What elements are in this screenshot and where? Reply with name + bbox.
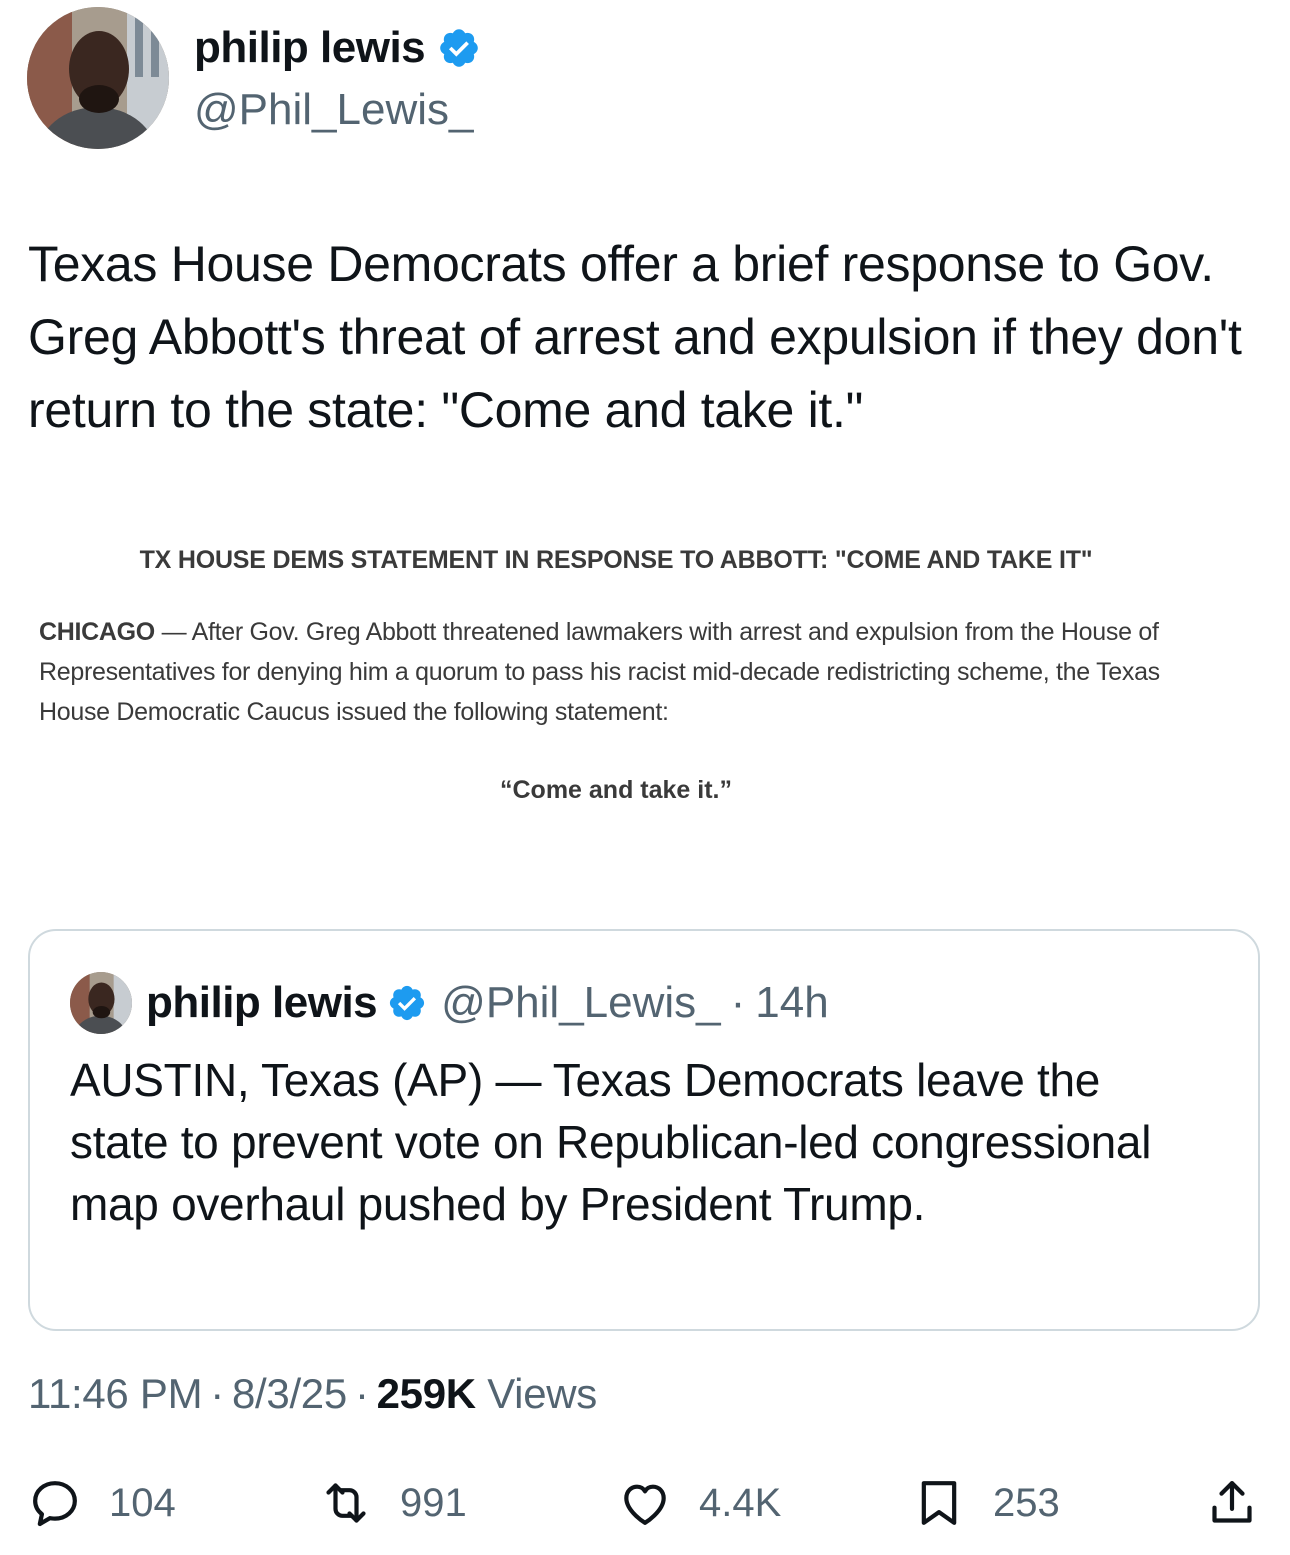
quoted-author-name: philip lewis xyxy=(146,978,378,1027)
like-button[interactable]: 4.4K xyxy=(617,1468,781,1538)
statement-dateline: CHICAGO xyxy=(39,618,155,646)
reply-button[interactable]: 104 xyxy=(27,1468,176,1538)
statement-image[interactable]: TX HOUSE DEMS STATEMENT IN RESPONSE TO A… xyxy=(0,530,1290,830)
tweet-date[interactable]: 8/3/25 xyxy=(232,1370,347,1417)
meta-separator: · xyxy=(354,1370,369,1417)
quoted-tweet-header: philip lewis @Phil_Lewis_ · 14h xyxy=(70,971,829,1035)
quoted-tweet-text: AUSTIN, Texas (AP) — Texas Democrats lea… xyxy=(70,1054,1152,1230)
avatar[interactable] xyxy=(27,7,169,149)
share-icon xyxy=(1212,1481,1252,1523)
quoted-verified-badge-icon xyxy=(390,985,425,1021)
statement-body: CHICAGO — After Gov. Greg Abbott threate… xyxy=(39,612,1199,732)
statement-quote: “Come and take it.” xyxy=(500,776,732,804)
views-label: Views xyxy=(487,1370,597,1417)
bookmark-count: 253 xyxy=(993,1480,1060,1525)
action-bar: 104 991 4.4K 253 xyxy=(0,1468,1290,1538)
tweet-time[interactable]: 11:46 PM xyxy=(28,1370,203,1417)
share-button[interactable] xyxy=(1204,1468,1260,1538)
bookmark-button[interactable]: 253 xyxy=(911,1468,1060,1538)
repost-count: 991 xyxy=(400,1480,467,1525)
verified-badge-icon xyxy=(440,29,478,67)
quoted-timestamp: 14h xyxy=(755,978,829,1027)
statement-title: TX HOUSE DEMS STATEMENT IN RESPONSE TO A… xyxy=(139,546,1093,574)
meta-separator: · xyxy=(210,1370,224,1417)
repost-button[interactable]: 991 xyxy=(318,1468,467,1538)
heart-icon xyxy=(624,1484,666,1525)
statement-body-text: — After Gov. Greg Abbott threatened lawm… xyxy=(39,618,1160,726)
tweet-text: Texas House Democrats offer a brief resp… xyxy=(28,236,1242,438)
quoted-separator: · xyxy=(730,978,746,1027)
author-handle[interactable]: @Phil_Lewis_ xyxy=(194,84,473,136)
tweet-meta: 11:46 PM · 8/3/25 · 259K Views xyxy=(28,1370,597,1418)
bookmark-icon xyxy=(921,1481,957,1525)
views-count: 259K xyxy=(376,1370,477,1417)
author-name-row[interactable]: philip lewis xyxy=(194,22,481,74)
author-name[interactable]: philip lewis xyxy=(194,22,426,74)
repost-icon xyxy=(326,1483,366,1523)
reply-icon xyxy=(33,1481,77,1527)
like-count: 4.4K xyxy=(699,1480,782,1525)
quoted-author-handle: @Phil_Lewis_ xyxy=(441,978,721,1027)
reply-count: 104 xyxy=(109,1480,176,1525)
quoted-avatar[interactable] xyxy=(70,972,132,1034)
quoted-tweet[interactable]: philip lewis @Phil_Lewis_ · 14h AUSTIN, … xyxy=(28,929,1260,1331)
